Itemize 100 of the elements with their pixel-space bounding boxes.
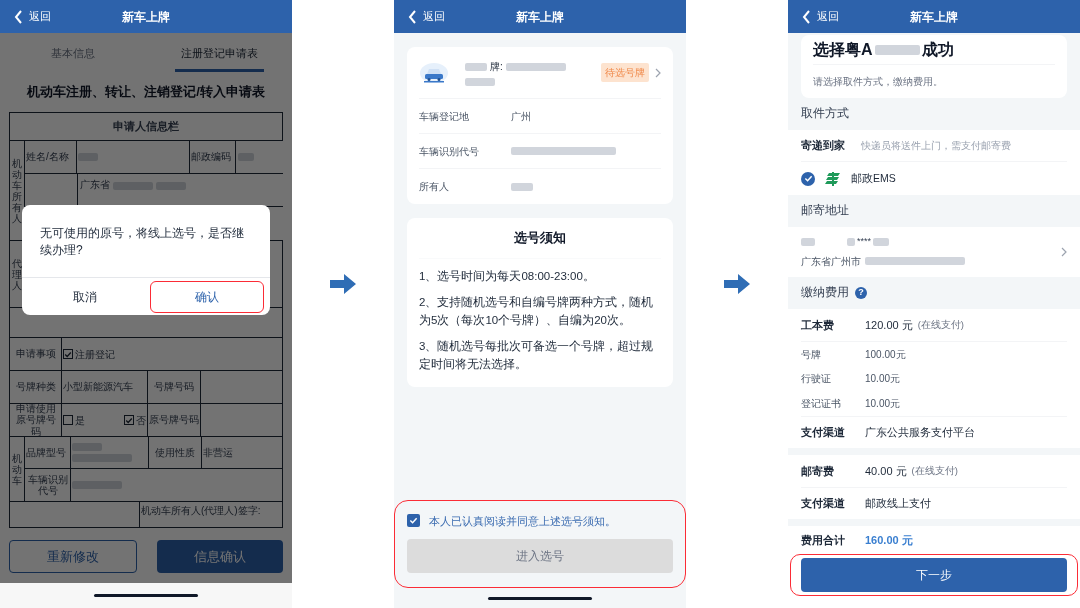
fee-label: 行驶证 (801, 372, 832, 386)
result-title: 成功 (921, 39, 954, 60)
fee-label: 支付渠道 (801, 425, 846, 441)
table-cell: 姓名/名称 (26, 151, 69, 163)
status-badge: 待选号牌 (601, 63, 649, 82)
back-icon (802, 9, 811, 24)
detail-value: 广州 (511, 109, 531, 124)
form-title: 机动车注册、转让、注销登记/转入申请表 (25, 83, 266, 102)
blurred-text (873, 238, 889, 246)
section-heading: 取件方式 (801, 106, 849, 122)
logo-icon (825, 171, 841, 186)
fee-label: 邮寄费 (801, 463, 835, 479)
table-heading: 申请人信息栏 (113, 120, 179, 133)
agreement-text: 本人已认真阅读并同意上述选号须知。 (429, 513, 616, 529)
blurred-text (465, 62, 487, 71)
blurred-text (72, 443, 102, 451)
method-note: 快递员将送件上门，需支付邮寄费 (861, 139, 1011, 153)
fee-amount: 100.00元 (865, 347, 906, 362)
fee-label: 支付渠道 (801, 496, 846, 512)
notice-title: 选号须知 (419, 218, 661, 259)
fee-label: 工本费 (801, 317, 835, 333)
table-cell: 号牌种类 (15, 381, 56, 393)
dialog-message: 无可使用的原号，将线上选号，是否继续办理? (39, 225, 245, 259)
tab[interactable]: 注册登记申请表 (174, 44, 264, 72)
table-cell: 邮政编码 (191, 151, 231, 163)
car-icon (419, 61, 449, 84)
masked-text: **** (857, 235, 871, 249)
back-button[interactable]: 返回 (408, 8, 445, 25)
blurred-text (801, 238, 815, 246)
table-cell: 广东省 (80, 179, 110, 191)
method-label: 寄递到家 (801, 138, 845, 154)
check-icon (803, 174, 813, 183)
table-cell: 原号牌号码 (149, 414, 199, 426)
blurred-text (72, 454, 132, 462)
table-cell: 使用性质 (155, 446, 195, 459)
section-heading: 缴纳费用 (801, 285, 849, 301)
fee-amount: 邮政线上支付 (865, 496, 931, 512)
edit-button[interactable]: 重新修改 (9, 540, 137, 573)
section-heading: 邮寄地址 (801, 203, 849, 219)
blurred-text (511, 182, 533, 191)
chevron-right-icon (655, 67, 661, 78)
carrier-label: 邮政EMS (851, 170, 896, 186)
table-cell: 小型新能源汽车 (63, 381, 133, 393)
table-cell: 非营运 (203, 446, 233, 459)
table-cell: 代理人 (12, 257, 22, 291)
checkbox-label: 否 (136, 413, 146, 428)
back-icon (14, 9, 23, 24)
fee-amount: 10.00元 (865, 372, 901, 386)
detail-label: 车辆识别代号 (419, 144, 480, 159)
arrow-icon (330, 274, 356, 294)
fee-label: 登记证书 (801, 397, 842, 411)
fee-note: (在线支付) (911, 463, 958, 478)
table-cell: 号牌号码 (154, 381, 194, 393)
fee-amount: 10.00元 (865, 397, 901, 411)
plate-label: 牌: (490, 60, 503, 74)
radio-button[interactable] (801, 171, 815, 186)
confirm-button[interactable]: 确认 (150, 280, 264, 313)
checkbox-label: 注册登记 (75, 347, 115, 362)
address-row[interactable]: **** 广东省广州市 (788, 227, 1080, 277)
cancel-button[interactable]: 取消 (28, 280, 142, 313)
fee-amount: 广东公共服务支付平台 (865, 425, 975, 441)
notice-item: 2、支持随机选号和自编号牌两种方式，随机为5次（每次10个号牌）、自编为20次。 (419, 294, 655, 328)
blurred-text (874, 44, 920, 55)
table-cell: 机动车所有人(代理人)签字: (141, 505, 261, 517)
notice-item: 1、选号时间为每天08:00-23:00。 (419, 268, 596, 284)
fee-amount: 40.00 元 (865, 463, 907, 479)
result-title: 选择粤A (813, 39, 873, 60)
table-cell: 申请事项 (15, 348, 56, 360)
table-cell: 机动车 (12, 452, 22, 486)
fee-amount: 120.00 元 (865, 317, 913, 333)
detail-label: 车辆登记地 (419, 109, 470, 124)
result-subtitle: 请选择取件方式，缴纳费用。 (813, 75, 944, 89)
checkbox-label: 是 (75, 413, 85, 428)
blurred-text (847, 238, 855, 246)
back-button[interactable]: 返回 (14, 8, 51, 25)
page-title: 新车上牌 (516, 8, 564, 26)
notice-item: 3、随机选号每批次可备选一个号牌，超过规定时间将无法选择。 (419, 338, 655, 372)
page-title: 新车上牌 (122, 8, 170, 26)
blurred-text (505, 62, 566, 71)
confirm-button[interactable]: 信息确认 (157, 540, 283, 573)
table-cell: 机动车所有人 (12, 157, 22, 224)
blurred-text (78, 153, 98, 161)
chevron-right-icon (1061, 247, 1067, 257)
next-button[interactable]: 下一步 (801, 558, 1067, 592)
table-cell: 车辆识别代号 (26, 473, 69, 497)
fee-note: (在线支付) (917, 317, 965, 332)
table-cell: 品牌型号 (26, 446, 66, 459)
check-icon (409, 516, 418, 526)
fee-label: 号牌 (801, 347, 822, 362)
help-icon[interactable]: ? (855, 287, 867, 299)
blurred-text (72, 481, 122, 489)
address-text: 广东省广州市 (801, 254, 861, 269)
table-cell-text: 申请使用原号牌号码 (14, 402, 57, 438)
checkbox[interactable] (407, 514, 420, 528)
detail-label: 所有人 (419, 180, 450, 194)
back-icon (408, 9, 417, 24)
total-amount: 160.00 元 (865, 532, 913, 548)
back-button[interactable]: 返回 (802, 8, 839, 25)
arrow-icon (724, 274, 750, 294)
total-label: 费用合计 (801, 532, 846, 548)
